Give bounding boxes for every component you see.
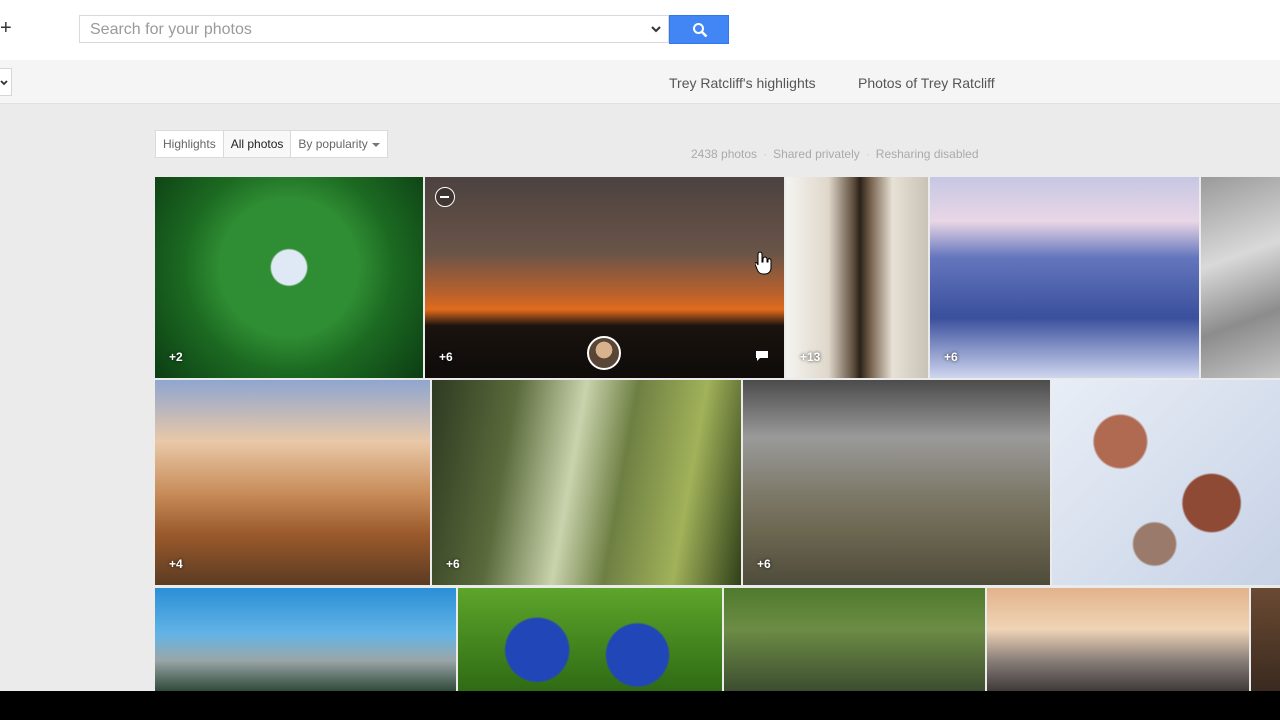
search-icon: [693, 23, 708, 38]
sort-dropdown[interactable]: By popularity: [291, 131, 386, 157]
comment-icon[interactable]: [756, 351, 768, 361]
filter-group: Highlights All photos By popularity: [155, 130, 388, 158]
photo-count-badge: +13: [800, 350, 821, 364]
photo-count-badge: +6: [446, 557, 460, 571]
sort-label: By popularity: [298, 137, 368, 151]
search-button[interactable]: [669, 15, 729, 44]
photo-count-badge: +2: [169, 350, 183, 364]
photo-tile[interactable]: [987, 588, 1249, 691]
photo-count-badge: +4: [169, 557, 183, 571]
filter-highlights-button[interactable]: Highlights: [156, 131, 224, 157]
photo-tile[interactable]: +6: [425, 177, 784, 378]
remove-icon[interactable]: [435, 187, 455, 207]
plus-icon[interactable]: +: [0, 16, 12, 40]
photo-count-badge: +6: [757, 557, 771, 571]
photo-tile[interactable]: +13: [786, 177, 928, 378]
photo-tile[interactable]: +6: [743, 380, 1050, 585]
photo-tile[interactable]: +2: [155, 177, 423, 378]
photo-tile[interactable]: [155, 588, 456, 691]
photo-tile[interactable]: +4: [155, 380, 430, 585]
photo-tile[interactable]: [1251, 588, 1280, 691]
resharing-status: Resharing disabled: [875, 147, 979, 161]
photo-tile[interactable]: [1052, 380, 1280, 585]
chevron-down-icon[interactable]: [648, 21, 664, 37]
sharing-status: Shared privately: [773, 147, 860, 161]
photo-tile[interactable]: [1201, 177, 1280, 378]
top-bar: +: [0, 0, 1280, 60]
caret-down-icon: [371, 142, 380, 147]
photo-tile[interactable]: +6: [930, 177, 1199, 378]
meta-separator: ·: [763, 147, 768, 161]
search-input[interactable]: [88, 16, 632, 44]
album-meta: 2438 photos · Shared privately · Resharing d…: [691, 146, 979, 162]
chevron-down-icon: [0, 80, 8, 86]
photo-tile[interactable]: +6: [432, 380, 741, 585]
photo-count-badge: +6: [944, 350, 958, 364]
photo-count: 2438 photos: [691, 147, 758, 161]
tab-photos-of-link[interactable]: Photos of Trey Ratcliff: [858, 74, 995, 92]
bottom-bar: [0, 691, 1280, 720]
filter-all-photos-button[interactable]: All photos: [223, 131, 292, 157]
sub-navigation: Trey Ratcliff's highlights Photos of Tre…: [0, 60, 1280, 104]
avatar[interactable]: [587, 336, 621, 370]
photo-tile[interactable]: [724, 588, 985, 691]
search-box[interactable]: [79, 15, 669, 44]
menu-dropdown-button[interactable]: [0, 68, 12, 96]
meta-separator: ·: [865, 147, 870, 161]
tab-highlights-link[interactable]: Trey Ratcliff's highlights: [669, 74, 816, 92]
hand-cursor-icon: [755, 251, 772, 275]
photo-tile[interactable]: [458, 588, 722, 691]
photo-count-badge: +6: [439, 350, 453, 364]
